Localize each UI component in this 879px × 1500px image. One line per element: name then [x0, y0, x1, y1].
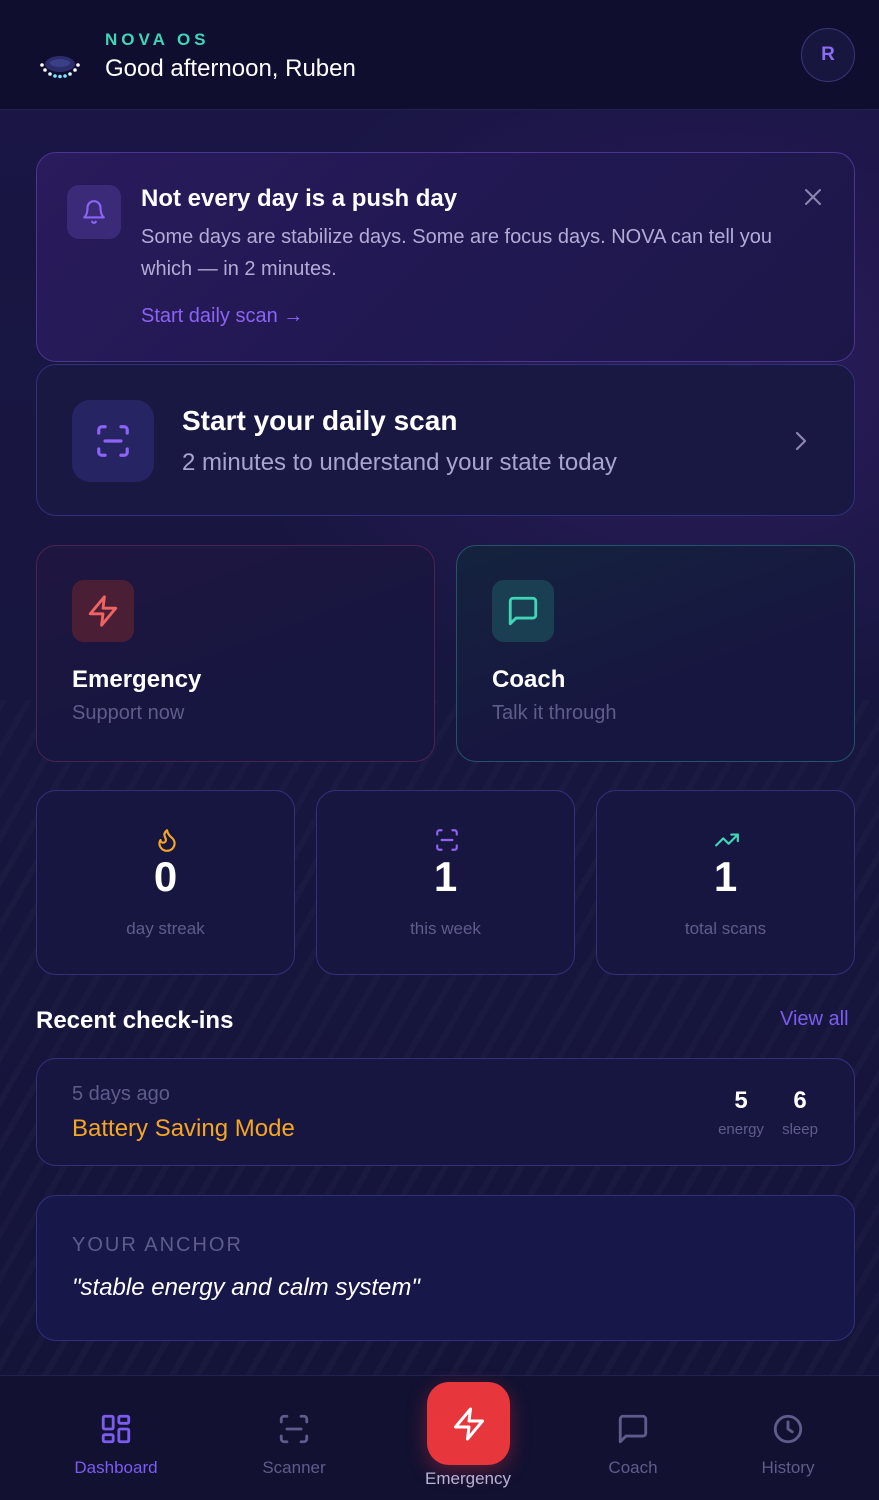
anchor-text: "stable energy and calm system" — [72, 1274, 420, 1301]
app-header: NOVA OS Good afternoon, Ruben R — [0, 0, 879, 110]
nova-orb-icon — [40, 56, 80, 79]
sleep-label: sleep — [782, 1121, 818, 1138]
view-all-link[interactable]: View all — [780, 1008, 849, 1031]
coach-subtitle: Talk it through — [492, 702, 617, 724]
stat-label: total scans — [684, 919, 767, 938]
banner-title: Not every day is a push day — [141, 185, 458, 212]
nav-scanner[interactable]: Scanner — [234, 1412, 354, 1478]
coach-title: Coach — [492, 666, 566, 693]
scan-card-title: Start your daily scan — [182, 405, 458, 436]
stat-label: day streak — [126, 919, 205, 938]
chat-icon — [618, 1414, 648, 1444]
emergency-subtitle: Support now — [72, 702, 185, 724]
sleep-metric: 6 sleep — [770, 1087, 830, 1138]
emergency-title: Emergency — [72, 666, 202, 693]
anchor-card: YOUR ANCHOR "stable energy and calm syst… — [36, 1195, 855, 1341]
stat-card-streak: 0 day streak — [36, 790, 295, 975]
bell-icon — [67, 185, 121, 239]
close-icon[interactable] — [799, 183, 827, 211]
lightning-icon — [72, 580, 134, 642]
nav-label: Dashboard — [74, 1458, 158, 1477]
checkin-mode: Battery Saving Mode — [72, 1115, 295, 1142]
nav-label: Scanner — [262, 1458, 326, 1477]
brand-name: NOVA OS — [105, 30, 210, 49]
nav-label: Coach — [608, 1458, 658, 1477]
energy-metric: 5 energy — [711, 1087, 771, 1138]
tip-banner: Not every day is a push day Some days ar… — [36, 152, 855, 362]
avatar[interactable]: R — [801, 28, 855, 82]
nav-history[interactable]: History — [728, 1412, 848, 1478]
flame-icon — [158, 829, 176, 852]
dashboard-icon — [101, 1414, 131, 1444]
checkin-time: 5 days ago — [72, 1083, 170, 1105]
nav-coach[interactable]: Coach — [573, 1412, 693, 1478]
stat-value: 0 — [153, 853, 178, 900]
start-daily-scan-link[interactable]: Start daily scan → — [141, 305, 303, 328]
energy-label: energy — [718, 1121, 764, 1138]
banner-body: Some days are stabilize days. Some are f… — [141, 226, 773, 280]
start-scan-card[interactable]: Start your daily scan 2 minutes to under… — [36, 364, 855, 516]
coach-card[interactable]: Coach Talk it through — [456, 545, 855, 762]
lightning-icon — [453, 1407, 484, 1440]
emergency-fab-button[interactable] — [427, 1382, 510, 1465]
trend-up-icon — [715, 833, 739, 847]
nav-label: History — [761, 1458, 815, 1477]
stat-value: 1 — [713, 853, 738, 900]
chat-icon — [492, 580, 554, 642]
sleep-value: 6 — [793, 1087, 807, 1114]
emergency-card[interactable]: Emergency Support now — [36, 545, 435, 762]
energy-value: 5 — [734, 1087, 748, 1114]
scan-icon — [436, 829, 458, 851]
stat-card-total: 1 total scans — [596, 790, 855, 975]
scan-icon — [72, 400, 154, 482]
anchor-label: YOUR ANCHOR — [72, 1234, 243, 1256]
nav-emergency-label[interactable]: Emergency — [388, 1469, 548, 1489]
scan-card-subtitle: 2 minutes to understand your state today — [182, 449, 617, 476]
stat-label: this week — [410, 919, 481, 938]
checkin-item[interactable]: 5 days ago Battery Saving Mode 5 energy … — [36, 1058, 855, 1166]
stat-value: 1 — [433, 853, 458, 900]
recent-checkins-title: Recent check-ins — [36, 1007, 234, 1034]
stat-card-week: 1 this week — [316, 790, 575, 975]
nav-dashboard[interactable]: Dashboard — [56, 1412, 176, 1478]
chevron-right-icon — [795, 431, 807, 451]
scan-icon — [279, 1414, 309, 1444]
clock-icon — [773, 1414, 803, 1444]
greeting-text: Good afternoon, Ruben — [105, 55, 356, 82]
